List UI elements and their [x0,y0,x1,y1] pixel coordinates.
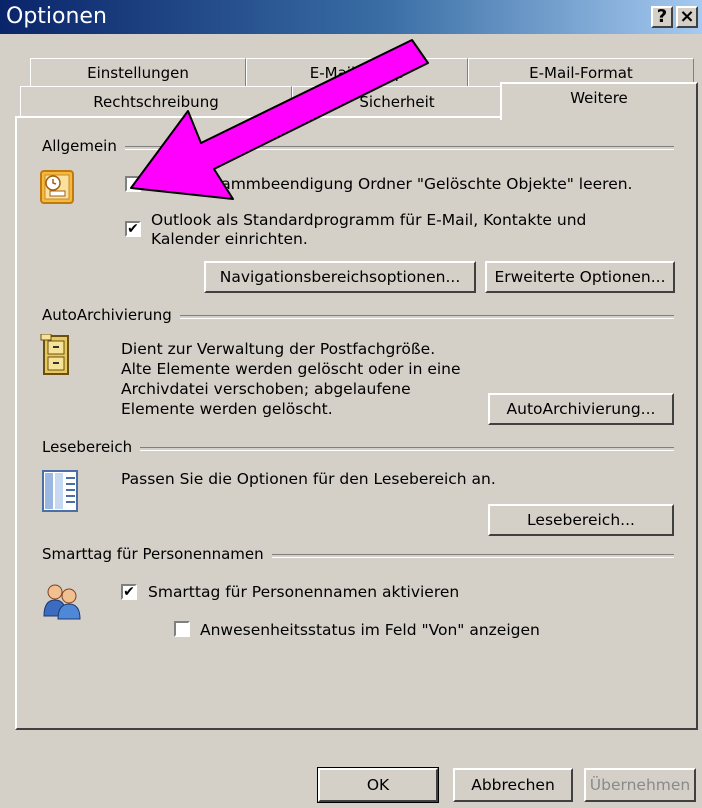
annotation-arrow [130,39,429,200]
